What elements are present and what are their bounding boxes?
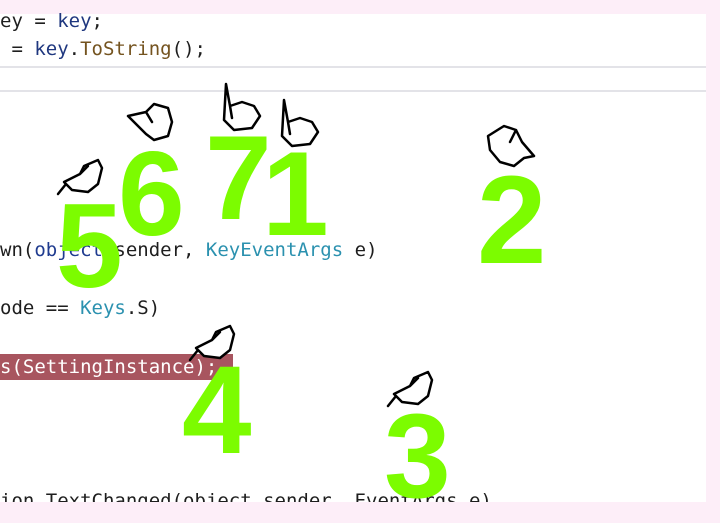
marker-4: 4 bbox=[182, 341, 252, 480]
pointing-hand-icon bbox=[124, 96, 180, 152]
code-line-2: = key.ToString(); bbox=[0, 38, 206, 60]
code-line-1: ey = key; bbox=[0, 10, 103, 32]
marker-2: 2 bbox=[477, 151, 547, 290]
marker-3: 3 bbox=[384, 389, 451, 523]
separator-line bbox=[0, 90, 706, 92]
right-edge-strip bbox=[706, 0, 720, 502]
pointing-hand-icon bbox=[384, 356, 440, 412]
editor-top-strip bbox=[0, 0, 706, 14]
pointing-hand-icon bbox=[54, 144, 110, 200]
pointing-hand-icon bbox=[268, 96, 324, 152]
pointing-hand-icon bbox=[186, 310, 242, 366]
pointing-hand-icon bbox=[482, 118, 538, 174]
marker-5: 5 bbox=[56, 179, 123, 313]
pointing-hand-icon bbox=[210, 80, 266, 136]
separator-line bbox=[0, 66, 706, 68]
